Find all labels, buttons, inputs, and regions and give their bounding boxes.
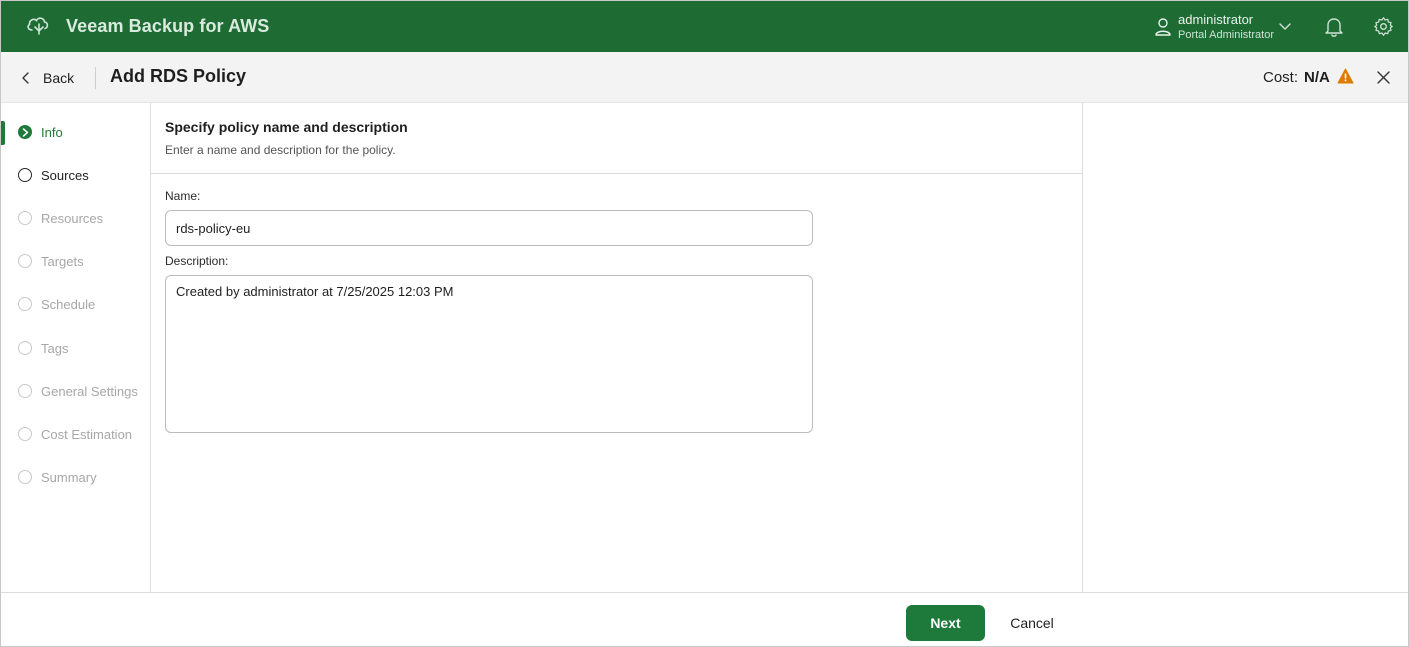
active-step-indicator <box>1 121 5 145</box>
cloud-logo-icon <box>27 17 49 35</box>
user-icon <box>1155 18 1171 36</box>
app-title: Veeam Backup for AWS <box>66 16 270 36</box>
top-bar: Veeam Backup for AWS administrator Porta… <box>1 1 1408 52</box>
description-label: Description: <box>165 254 229 268</box>
step-label: Schedule <box>41 296 96 312</box>
step-label: Info <box>41 124 63 140</box>
step-summary: Summary <box>1 464 151 490</box>
name-input[interactable] <box>165 210 813 246</box>
wizard-content: Specify policy name and description Ente… <box>151 103 1083 592</box>
chevron-left-icon <box>22 72 29 84</box>
wizard-footer: Next Cancel <box>1 592 1408 646</box>
step-label: Resources <box>41 210 104 226</box>
step-circle-icon <box>18 211 32 225</box>
cost-label: Cost: <box>1263 69 1299 86</box>
step-label: Targets <box>41 253 84 269</box>
step-tags: Tags <box>1 335 151 361</box>
cancel-button[interactable]: Cancel <box>997 605 1067 641</box>
user-role: Portal Administrator <box>1178 29 1274 41</box>
cost-value: N/A <box>1304 69 1330 86</box>
close-icon[interactable] <box>1377 71 1390 84</box>
description-input[interactable]: Created by administrator at 7/25/2025 12… <box>165 275 813 433</box>
step-cost-estimation: Cost Estimation <box>1 421 151 447</box>
step-sources[interactable]: Sources <box>1 162 151 188</box>
chevron-down-icon <box>1279 23 1291 30</box>
step-label: Sources <box>41 167 89 183</box>
step-circle-icon <box>18 297 32 311</box>
step-info[interactable]: Info <box>1 119 151 145</box>
warning-icon[interactable] <box>1337 68 1354 84</box>
step-circle-icon <box>18 254 32 268</box>
back-button-label: Back <box>43 70 75 86</box>
wizard-header: Back Add RDS Policy Cost: N/A <box>1 52 1408 103</box>
step-circle-icon <box>18 384 32 398</box>
section-subtitle: Enter a name and description for the pol… <box>165 143 396 157</box>
user-name: administrator <box>1178 12 1254 27</box>
step-label: Cost Estimation <box>41 426 133 442</box>
step-label: Tags <box>41 340 69 356</box>
page-title: Add RDS Policy <box>110 66 247 86</box>
step-label: General Settings <box>41 383 138 399</box>
next-button[interactable]: Next <box>906 605 985 641</box>
step-current-icon <box>18 125 32 139</box>
step-circle-icon <box>18 470 32 484</box>
wizard-steps: Info Sources Resources Targets Schedule … <box>1 103 151 592</box>
app-window: Veeam Backup for AWS administrator Porta… <box>0 0 1409 647</box>
step-general-settings: General Settings <box>1 378 151 404</box>
step-resources: Resources <box>1 205 151 231</box>
gear-icon[interactable] <box>1373 16 1394 37</box>
step-circle-icon <box>18 427 32 441</box>
header-divider <box>95 67 96 89</box>
name-label: Name: <box>165 189 201 203</box>
step-circle-icon <box>18 341 32 355</box>
back-button[interactable]: Back <box>21 68 74 88</box>
section-title: Specify policy name and description <box>165 119 408 135</box>
user-menu[interactable]: administrator Portal Administrator <box>1154 11 1294 43</box>
step-schedule: Schedule <box>1 291 151 317</box>
step-circle-icon <box>18 168 32 182</box>
step-label: Summary <box>41 469 97 485</box>
section-divider <box>151 173 1082 174</box>
step-targets: Targets <box>1 248 151 274</box>
bell-icon[interactable] <box>1324 16 1344 38</box>
